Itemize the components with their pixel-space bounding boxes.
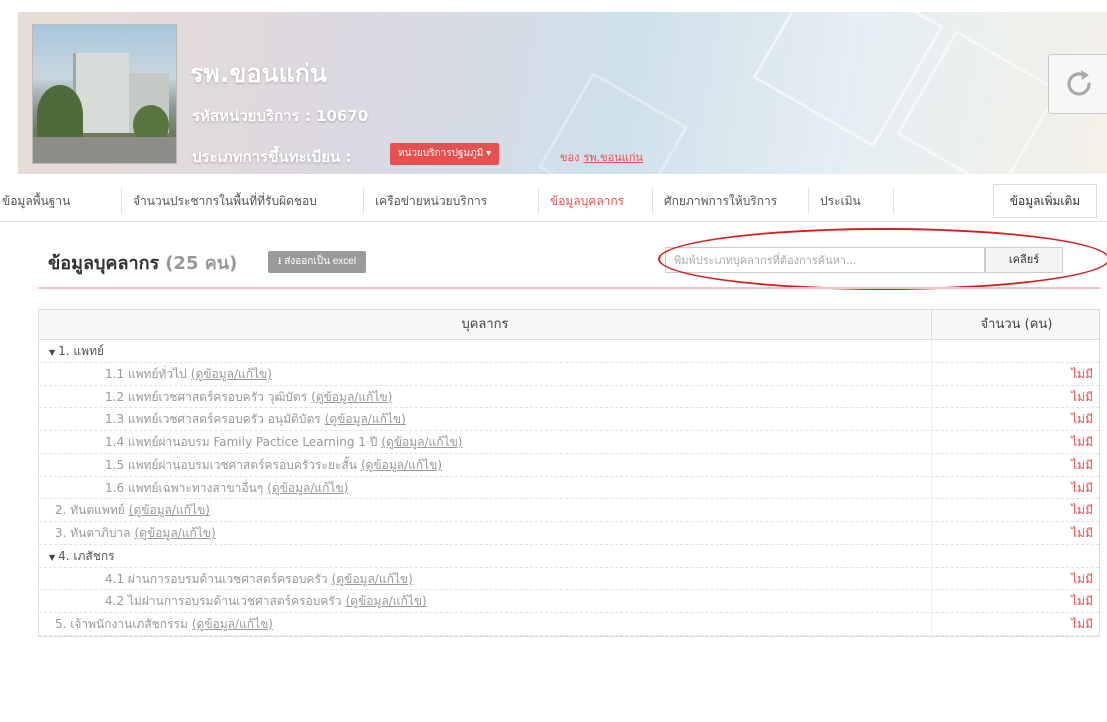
view-edit-link[interactable]: (ดูข้อมูล/แก้ไข) (361, 458, 442, 472)
expand-triangle-icon[interactable]: ▼ (49, 553, 55, 562)
refresh-icon (1067, 70, 1091, 96)
row-label: 1.1 แพทย์ทั่วไป (ดูข้อมูล/แก้ไข) (105, 363, 272, 385)
row-label: 1.5 แพทย์ผ่านอบรมเวชศาสตร์ครอบครัวระยะสั… (105, 454, 442, 476)
row-label-text: 1.3 แพทย์เวชศาสตร์ครอบครัว อนุมัติบัตร (105, 412, 321, 427)
row-label-text: 1. แพทย์ (58, 344, 105, 358)
view-edit-link[interactable]: (ดูข้อมูล/แก้ไข) (332, 572, 413, 586)
row-count-value: ไม่มี (1071, 503, 1093, 518)
personnel-table: บุคลากร จำนวน (คน) ▼ 1. แพทย์ 1.1 แพทย์ทั่… (38, 309, 1100, 637)
table-row: 4.1 ผ่านการอบรมด้านเวชศาสตร์ครอบครัว (ดูข… (39, 567, 1099, 591)
table-row: ▼ 1. แพทย์ (39, 340, 1099, 363)
row-label-text: 5. เจ้าพนักงานเภสัชกรรม (55, 617, 188, 631)
table-row: ▼ 4. เภสัชกร (39, 544, 1099, 568)
section-title: ข้อมูลบุคลากร (25 คน) (48, 248, 237, 277)
table-row: 5. เจ้าพนักงานเภสัชกรรม (ดูข้อมูล/แก้ไข) ไ… (39, 613, 1099, 636)
row-label: 4.1 ผ่านการอบรมด้านเวชศาสตร์ครอบครัว (ดูข… (105, 568, 413, 590)
row-label-text: 1.5 แพทย์ผ่านอบรมเวชศาสตร์ครอบครัวระยะสั… (105, 457, 357, 472)
row-count-value: ไม่มี (1071, 480, 1093, 495)
row-label: 1.3 แพทย์เวชศาสตร์ครอบครัว อนุมัติบัตร (ด… (105, 408, 406, 430)
table-row: 1.5 แพทย์ผ่านอบรมเวชศาสตร์ครอบครัวระยะสั… (39, 453, 1099, 477)
row-label-text: 2. ทันตแพทย์ (55, 503, 125, 518)
table-header: บุคลากร จำนวน (คน) (39, 310, 1099, 340)
view-edit-link[interactable]: (ดูข้อมูล/แก้ไข) (191, 367, 272, 381)
row-label-text: 4. เภสัชกร (58, 548, 115, 563)
row-label-text: 1.2 แพทย์เวชศาสตร์ครอบครัว วุฒิบัตร (105, 389, 308, 404)
view-edit-link[interactable]: (ดูข้อมูล/แก้ไข) (325, 412, 406, 426)
table-row: 2. ทันตแพทย์ (ดูข้อมูล/แก้ไข) ไม่มี (39, 499, 1099, 522)
row-count-value: ไม่มี (1071, 526, 1093, 540)
row-label-text: 1.6 แพทย์เฉพาะทางสาขาอื่นๆ (105, 480, 264, 495)
row-label-text: 3. ทันตาภิบาล (55, 526, 131, 540)
table-row: 3. ทันตาภิบาล (ดูข้อมูล/แก้ไข) ไม่มี (39, 522, 1099, 545)
table-row: 1.6 แพทย์เฉพาะทางสาขาอื่นๆ (ดูข้อมูล/แก้ไ… (39, 476, 1099, 500)
refresh-button[interactable] (1048, 54, 1107, 114)
owner-link[interactable]: รพ.ขอนแก่น (584, 151, 644, 164)
section-title-text: ข้อมูลบุคลากร (48, 253, 160, 274)
row-label: 3. ทันตาภิบาล (ดูข้อมูล/แก้ไข) (55, 522, 216, 544)
row-label: ▼ 1. แพทย์ (49, 340, 104, 362)
row-count-value: ไม่มี (1071, 571, 1093, 586)
row-label: 1.6 แพทย์เฉพาะทางสาขาอื่นๆ (ดูข้อมูล/แก้ไ… (105, 477, 348, 499)
table-row: 4.2 ไม่ผ่านการอบรมด้านเวชศาสตร์ครอบครัว (… (39, 590, 1099, 613)
header-personnel: บุคลากร (461, 317, 509, 332)
section-divider (38, 287, 1100, 289)
personnel-search-input[interactable] (665, 247, 985, 273)
view-edit-link[interactable]: (ดูข้อมูล/แก้ไข) (381, 435, 462, 449)
service-code: รหัสหน่วยบริการ : 10670 (192, 107, 369, 125)
registration-label: ประเภทการขึ้นทะเบียน : (192, 148, 352, 166)
view-edit-link[interactable]: (ดูข้อมูล/แก้ไข) (129, 503, 210, 517)
clear-button[interactable]: เคลียร์ (985, 247, 1063, 273)
personnel-count: (25 คน) (165, 253, 238, 274)
expand-triangle-icon[interactable]: ▼ (49, 348, 55, 357)
row-label-text: 4.1 ผ่านการอบรมด้านเวชศาสตร์ครอบครัว (105, 571, 328, 586)
main-tabs: ข้อมูลพื้นฐาน จำนวนประชากรในพื้นที่ที่รั… (0, 180, 1107, 222)
tab-personnel[interactable]: ข้อมูลบุคลากร (550, 180, 624, 222)
row-count-value: ไม่มี (1071, 435, 1093, 449)
view-edit-link[interactable]: (ดูข้อมูล/แก้ไข) (135, 526, 216, 540)
row-label-text: 4.2 ไม่ผ่านการอบรมด้านเวชศาสตร์ครอบครัว (105, 594, 342, 609)
row-label-text: 1.1 แพทย์ทั่วไป (105, 366, 187, 381)
view-edit-link[interactable]: (ดูข้อมูล/แก้ไข) (311, 390, 392, 404)
view-edit-link[interactable]: (ดูข้อมูล/แก้ไข) (267, 481, 348, 495)
export-excel-button[interactable]: ⭳ ส่งออกเป็น excel (268, 251, 367, 273)
tab-more-info[interactable]: ข้อมูลเพิ่มเติม (993, 184, 1097, 218)
row-label: 5. เจ้าพนักงานเภสัชกรรม (ดูข้อมูล/แก้ไข) (55, 613, 273, 635)
row-count-value: ไม่มี (1071, 617, 1093, 631)
hospital-photo (32, 24, 177, 164)
row-label-text: 1.4 แพทย์ผ่านอบรม Family Pactice Learnin… (105, 435, 378, 449)
registration-owner: ของ รพ.ขอนแก่น (560, 148, 643, 166)
tab-basic-info[interactable]: ข้อมูลพื้นฐาน (2, 180, 70, 222)
row-count-value: ไม่มี (1071, 412, 1093, 427)
table-row: 1.3 แพทย์เวชศาสตร์ครอบครัว อนุมัติบัตร (ด… (39, 408, 1099, 431)
row-count-value: ไม่มี (1071, 389, 1093, 404)
header-count: จำนวน (คน) (931, 310, 1101, 340)
row-label: 2. ทันตแพทย์ (ดูข้อมูล/แก้ไข) (55, 499, 210, 521)
tab-network[interactable]: เครือข่ายหน่วยบริการ (375, 180, 487, 222)
row-label: 1.4 แพทย์ผ่านอบรม Family Pactice Learnin… (105, 431, 462, 453)
registration-type-dropdown[interactable]: หน่วยบริการปฐมภูมิ ▾ (390, 143, 500, 165)
view-edit-link[interactable]: (ดูข้อมูล/แก้ไข) (192, 617, 273, 631)
tab-evaluation[interactable]: ประเมิน (820, 180, 861, 222)
row-label: ▼ 4. เภสัชกร (49, 545, 115, 567)
view-edit-link[interactable]: (ดูข้อมูล/แก้ไข) (346, 594, 427, 608)
table-body: ▼ 1. แพทย์ 1.1 แพทย์ทั่วไป (ดูข้อมูล/แก้ไข)… (39, 340, 1099, 636)
row-label: 1.2 แพทย์เวชศาสตร์ครอบครัว วุฒิบัตร (ดูข้… (105, 386, 392, 408)
table-row: 1.1 แพทย์ทั่วไป (ดูข้อมูล/แก้ไข) ไม่มี (39, 362, 1099, 386)
tab-population[interactable]: จำนวนประชากรในพื้นที่ที่รับผิดชอบ (133, 180, 317, 222)
row-label: 4.2 ไม่ผ่านการอบรมด้านเวชศาสตร์ครอบครัว (… (105, 590, 427, 612)
table-row: 1.4 แพทย์ผ่านอบรม Family Pactice Learnin… (39, 431, 1099, 454)
hospital-header: รพ.ขอนแก่น รหัสหน่วยบริการ : 10670 ประเภ… (18, 12, 1107, 174)
tab-service-capacity[interactable]: ศักยภาพการให้บริการ (664, 180, 777, 222)
table-row: 1.2 แพทย์เวชศาสตร์ครอบครัว วุฒิบัตร (ดูข้… (39, 385, 1099, 409)
owner-prefix: ของ (560, 151, 580, 164)
row-count-value: ไม่มี (1071, 457, 1093, 472)
row-count-value: ไม่มี (1071, 594, 1093, 609)
row-count-value: ไม่มี (1071, 366, 1093, 381)
hospital-name: รพ.ขอนแก่น (190, 59, 327, 88)
